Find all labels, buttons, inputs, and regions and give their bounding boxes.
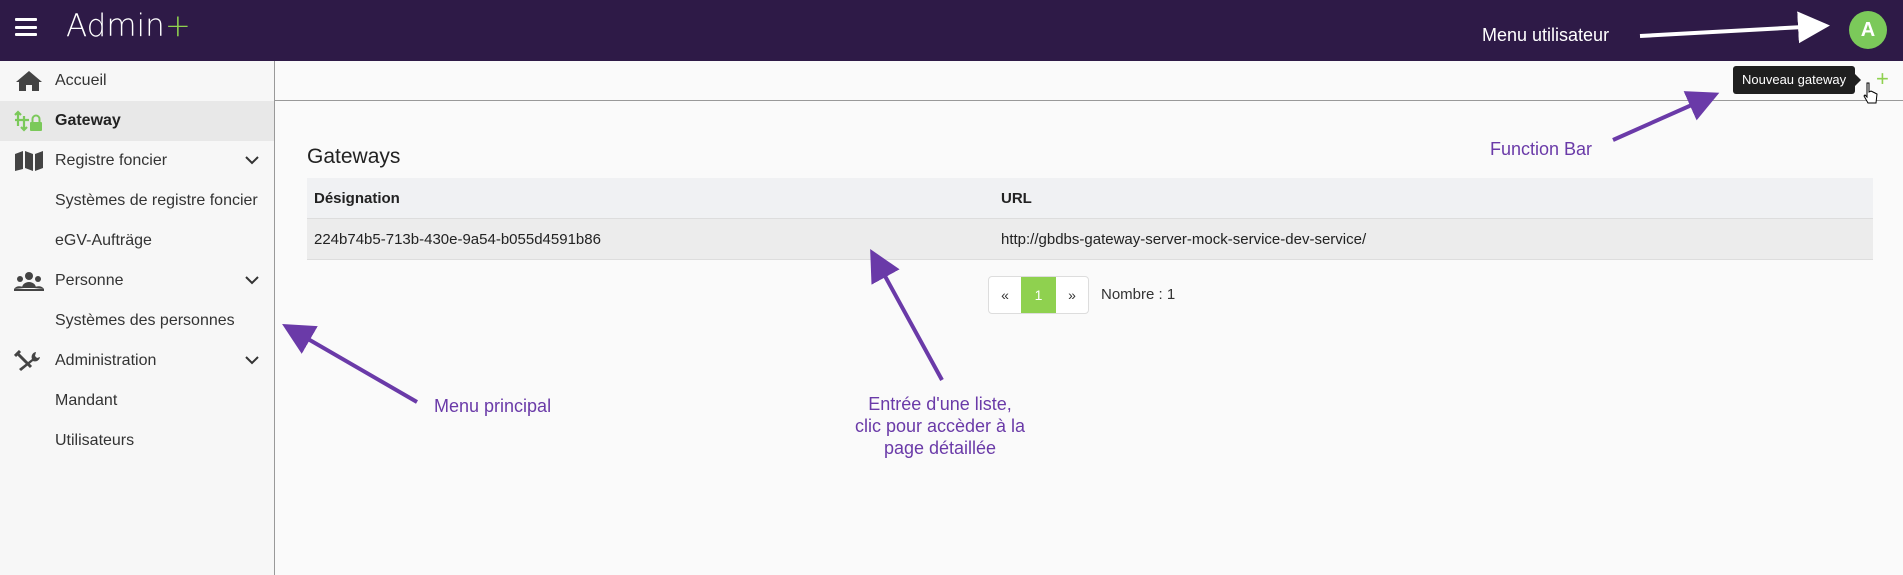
annotation-main-menu: Menu principal bbox=[434, 396, 552, 416]
arrow-main-menu bbox=[282, 323, 419, 404]
annotation-line: Entrée d'une liste, bbox=[868, 394, 1012, 414]
arrow-user-menu bbox=[1639, 11, 1830, 44]
annotation-user-menu: Menu utilisateur bbox=[1482, 25, 1610, 45]
annotation-line: page détaillée bbox=[883, 438, 997, 458]
annotation-arrows bbox=[282, 11, 1830, 404]
arrow-list-entry bbox=[870, 248, 944, 381]
annotation-function-bar: Function Bar bbox=[1490, 139, 1593, 159]
annotation-line: clic pour accèder à la bbox=[854, 416, 1026, 436]
arrow-function-bar bbox=[1612, 91, 1720, 142]
annotation-list-entry: Entrée d'une liste, clic pour accèder à … bbox=[820, 393, 1060, 459]
